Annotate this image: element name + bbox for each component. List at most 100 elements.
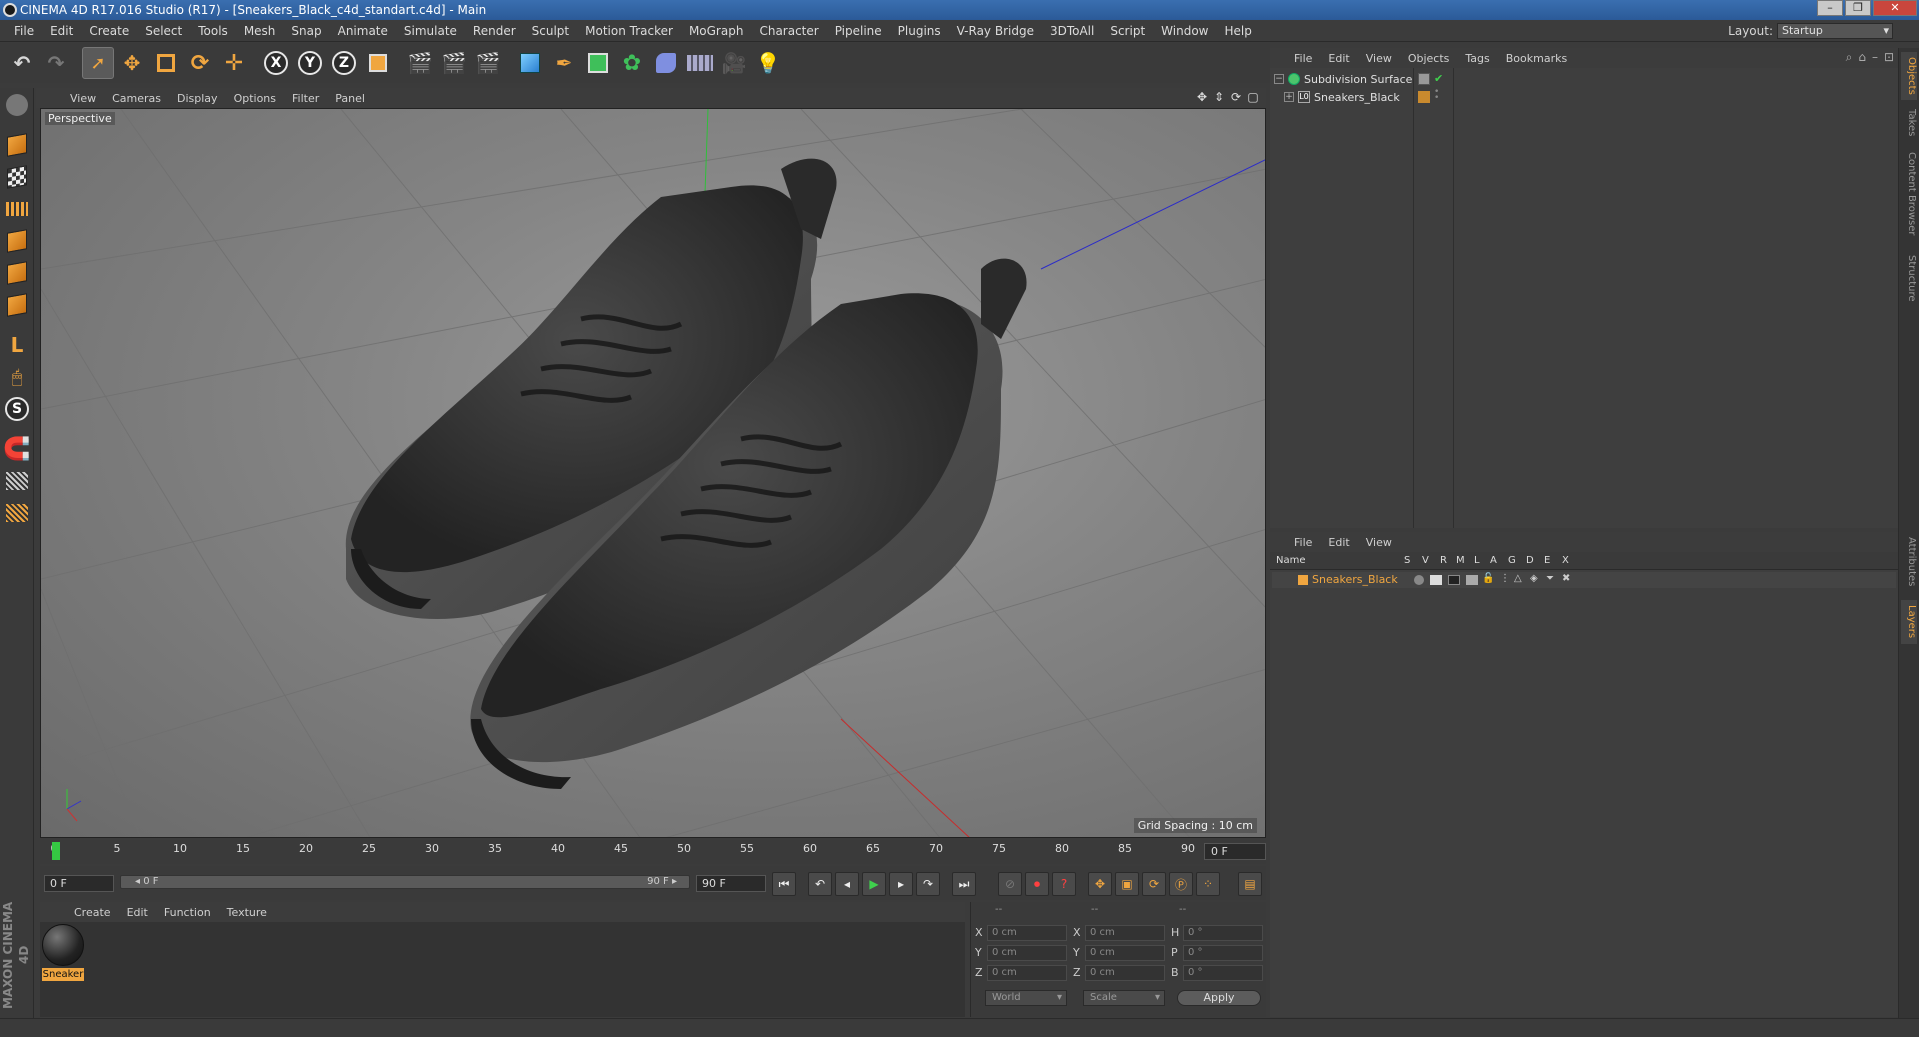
material-menu-texture[interactable]: Texture: [219, 906, 275, 919]
position-x-field[interactable]: 0 cm: [987, 925, 1067, 941]
perspective-viewport[interactable]: Perspective Grid Spacing : 10 cm: [40, 108, 1266, 838]
x-axis-lock-button[interactable]: X: [260, 47, 292, 79]
size-y-field[interactable]: 0 cm: [1085, 945, 1165, 961]
expand-toggle-icon[interactable]: +: [1284, 92, 1294, 102]
add-subdivision-button[interactable]: [582, 47, 614, 79]
menu-motion-tracker[interactable]: Motion Tracker: [577, 24, 681, 38]
polygons-mode-button[interactable]: [2, 290, 32, 320]
key-pla-button[interactable]: ⁘: [1196, 872, 1220, 896]
layer-name[interactable]: Sneakers_Black: [1312, 573, 1398, 586]
coordinate-space-select[interactable]: World ▾: [985, 990, 1067, 1006]
object-menu-file[interactable]: File: [1286, 52, 1320, 65]
timeline-playhead[interactable]: [52, 842, 60, 860]
lock-workplane-button[interactable]: [2, 466, 32, 496]
menu-character[interactable]: Character: [751, 24, 826, 38]
tab-structure[interactable]: Structure: [1901, 248, 1917, 308]
points-mode-button[interactable]: [2, 226, 32, 256]
tab-layers[interactable]: Layers: [1901, 600, 1917, 644]
move-tool-button[interactable]: ✥: [116, 47, 148, 79]
menu-3dtoall[interactable]: 3DToAll: [1042, 24, 1102, 38]
editor-visibility-icon[interactable]: [1418, 73, 1430, 85]
menu-render[interactable]: Render: [465, 24, 524, 38]
layer-row[interactable]: Sneakers_Black 🔓 ⋮ △ ◈ ⏷ ✖: [1272, 572, 1896, 588]
redo-button[interactable]: ↷: [40, 47, 72, 79]
magnet-button[interactable]: 🧲: [2, 434, 32, 464]
coordinate-system-button[interactable]: [362, 47, 394, 79]
edges-mode-button[interactable]: [2, 258, 32, 288]
preview-range-slider[interactable]: ◂ 0 F 90 F ▸: [120, 875, 690, 889]
material-menu-function[interactable]: Function: [156, 906, 219, 919]
add-deformer-button[interactable]: [650, 47, 682, 79]
size-x-field[interactable]: 0 cm: [1085, 925, 1165, 941]
xref-icon[interactable]: ✖: [1562, 573, 1570, 584]
object-row-subdivision-surface[interactable]: − Subdivision Surface: [1274, 70, 1412, 88]
apply-button[interactable]: Apply: [1177, 990, 1261, 1006]
material-menu-create[interactable]: Create: [66, 906, 119, 919]
autokeying-button[interactable]: ?: [1052, 872, 1076, 896]
viewport-menu-options[interactable]: Options: [226, 92, 284, 105]
eye-icon[interactable]: [1430, 575, 1442, 585]
layout-select[interactable]: Startup ▾: [1777, 23, 1893, 39]
menu-window[interactable]: Window: [1153, 24, 1216, 38]
menu-vray-bridge[interactable]: V-Ray Bridge: [949, 24, 1042, 38]
pan-view-icon[interactable]: ✥: [1195, 90, 1209, 104]
add-light-button[interactable]: 💡: [752, 47, 784, 79]
object-menu-bookmarks[interactable]: Bookmarks: [1498, 52, 1575, 65]
object-row-sneakers-black[interactable]: + L0 Sneakers_Black: [1284, 88, 1400, 106]
add-camera-button[interactable]: 🎥: [718, 47, 750, 79]
menu-edit[interactable]: Edit: [42, 24, 81, 38]
object-menu-tags[interactable]: Tags: [1457, 52, 1497, 65]
menu-pipeline[interactable]: Pipeline: [827, 24, 890, 38]
animation-icon[interactable]: ⋮: [1500, 573, 1510, 584]
make-editable-button[interactable]: [2, 90, 32, 120]
home-icon[interactable]: ⌂: [1858, 50, 1866, 65]
record-active-objects-button[interactable]: ⏺: [1025, 872, 1049, 896]
object-name[interactable]: Subdivision Surface: [1304, 73, 1412, 86]
go-to-end-button[interactable]: ⏭: [952, 872, 976, 896]
end-frame-field[interactable]: 90 F: [696, 875, 766, 892]
menu-plugins[interactable]: Plugins: [890, 24, 949, 38]
viewport-menu-cameras[interactable]: Cameras: [104, 92, 169, 105]
transform-tool-button[interactable]: ✛: [218, 47, 250, 79]
menu-help[interactable]: Help: [1216, 24, 1259, 38]
key-parameter-button[interactable]: Ⓟ: [1169, 872, 1193, 896]
menu-select[interactable]: Select: [137, 24, 190, 38]
timeline-ruler[interactable]: 0 5 10 15 20 25 30 35 40 45 50 55 60 65 …: [40, 840, 1266, 864]
object-menu-objects[interactable]: Objects: [1400, 52, 1458, 65]
menu-snap[interactable]: Snap: [283, 24, 329, 38]
menu-sculpt[interactable]: Sculpt: [524, 24, 577, 38]
key-scale-button[interactable]: ▣: [1115, 872, 1139, 896]
go-to-start-button[interactable]: ⏮: [772, 872, 796, 896]
rotation-b-field[interactable]: 0 °: [1183, 965, 1263, 981]
z-axis-lock-button[interactable]: Z: [328, 47, 360, 79]
size-z-field[interactable]: 0 cm: [1085, 965, 1165, 981]
object-name[interactable]: Sneakers_Black: [1314, 91, 1400, 104]
menu-animate[interactable]: Animate: [330, 24, 396, 38]
current-frame-field[interactable]: 0 F: [1204, 843, 1266, 860]
generator-icon[interactable]: △: [1514, 573, 1522, 584]
rotate-tool-button[interactable]: ⟳: [184, 47, 216, 79]
position-z-field[interactable]: 0 cm: [987, 965, 1067, 981]
viewport-camera-label[interactable]: Perspective: [45, 112, 115, 125]
render-picture-viewer-button[interactable]: 🎬: [438, 47, 470, 79]
key-rotation-button[interactable]: ⟳: [1142, 872, 1166, 896]
texture-mode-button[interactable]: [2, 162, 32, 192]
menu-script[interactable]: Script: [1102, 24, 1153, 38]
menu-file[interactable]: File: [6, 24, 42, 38]
expression-icon[interactable]: ⏷: [1546, 573, 1554, 584]
tab-objects[interactable]: Objects: [1901, 52, 1917, 100]
menu-mesh[interactable]: Mesh: [236, 24, 284, 38]
previous-keyframe-button[interactable]: ↶: [808, 872, 832, 896]
add-scene-floor-button[interactable]: [684, 47, 716, 79]
search-icon[interactable]: ⌕: [1846, 50, 1853, 65]
y-axis-lock-button[interactable]: Y: [294, 47, 326, 79]
viewport-menu-filter[interactable]: Filter: [284, 92, 327, 105]
live-selection-button[interactable]: ➚: [82, 47, 114, 79]
tab-takes[interactable]: Takes: [1901, 106, 1917, 140]
collapse-icon[interactable]: –: [1872, 50, 1878, 65]
restore-button[interactable]: ❐: [1845, 0, 1871, 16]
minimize-button[interactable]: –: [1817, 0, 1843, 16]
rotation-p-field[interactable]: 0 °: [1183, 945, 1263, 961]
menu-create[interactable]: Create: [81, 24, 137, 38]
collapse-toggle-icon[interactable]: −: [1274, 74, 1284, 84]
